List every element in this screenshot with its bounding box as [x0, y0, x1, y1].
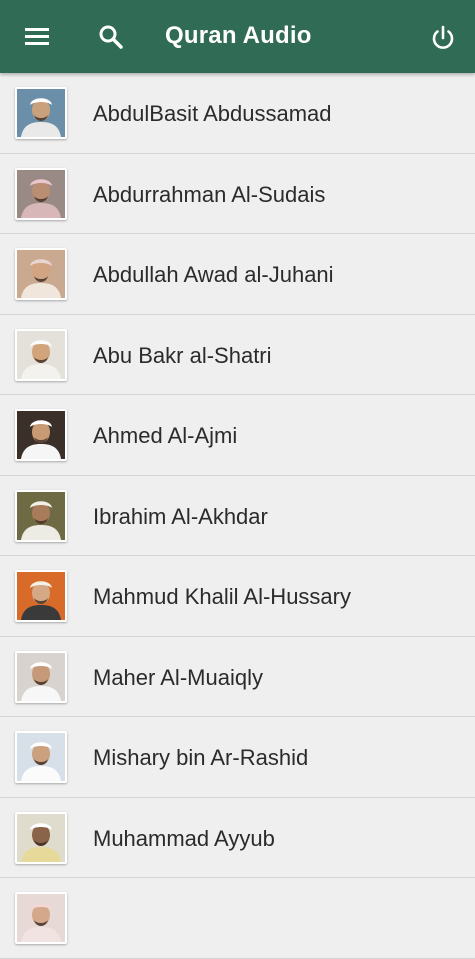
- reciter-row[interactable]: Maher Al-Muaiqly: [0, 636, 475, 717]
- reciter-avatar: [15, 328, 67, 381]
- reciter-row[interactable]: Mahmud Khalil Al-Hussary: [0, 556, 475, 637]
- hamburger-menu-icon[interactable]: [22, 24, 52, 50]
- reciter-row[interactable]: Abdurrahman Al-Sudais: [0, 153, 475, 234]
- search-icon[interactable]: [96, 22, 126, 52]
- reciter-avatar: [15, 489, 67, 542]
- reciter-avatar: [15, 409, 67, 461]
- reciter-row[interactable]: Abdullah Awad al-Juhani: [0, 234, 475, 315]
- reciter-avatar: [15, 570, 67, 622]
- reciter-row[interactable]: Abu Bakr al-Shatri: [0, 314, 475, 395]
- reciter-name: AbdulBasit Abdussamad: [93, 101, 332, 126]
- reciter-row[interactable]: [0, 878, 475, 959]
- reciter-avatar: [15, 811, 67, 864]
- power-icon[interactable]: [427, 22, 459, 54]
- reciter-row[interactable]: AbdulBasit Abdussamad: [0, 73, 475, 154]
- reciter-avatar: [15, 248, 67, 300]
- reciter-name: Abu Bakr al-Shatri: [93, 342, 272, 368]
- reciter-avatar: [15, 650, 67, 703]
- reciter-row[interactable]: Ahmed Al-Ajmi: [0, 395, 475, 476]
- reciter-name: Abdullah Awad al-Juhani: [93, 262, 334, 287]
- reciter-name: Ibrahim Al-Akhdar: [93, 503, 268, 529]
- reciter-name: Mahmud Khalil Al-Hussary: [93, 584, 351, 609]
- reciter-name: Mishary bin Ar-Rashid: [93, 745, 309, 770]
- app-title: Quran Audio: [165, 22, 312, 49]
- reciter-row[interactable]: Mishary bin Ar-Rashid: [0, 717, 475, 798]
- reciter-row[interactable]: Muhammad Ayyub: [0, 797, 475, 878]
- reciter-name: Muhammad Ayyub: [93, 825, 275, 851]
- reciter-row[interactable]: Ibrahim Al-Akhdar: [0, 475, 475, 556]
- reciter-avatar: [15, 167, 67, 220]
- reciter-list: AbdulBasit Abdussamad Abdurrahman Al-Suda…: [0, 73, 475, 959]
- reciter-name: Abdurrahman Al-Sudais: [93, 181, 326, 207]
- reciter-name: Maher Al-Muaiqly: [93, 664, 263, 690]
- app-bar: Quran Audio: [0, 0, 475, 73]
- reciter-avatar: [15, 731, 67, 783]
- reciter-name: Ahmed Al-Ajmi: [93, 423, 238, 448]
- reciter-avatar: [15, 87, 67, 139]
